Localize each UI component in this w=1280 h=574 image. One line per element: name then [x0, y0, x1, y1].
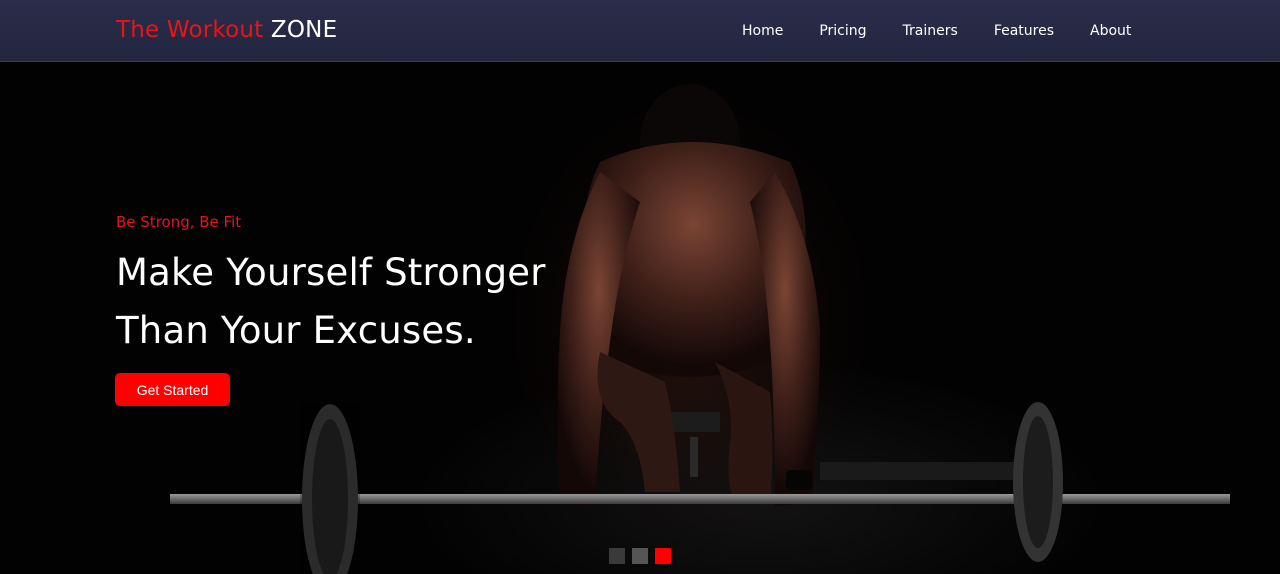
main-nav: Home Pricing Trainers Features About — [742, 21, 1131, 41]
carousel-dot-2[interactable] — [632, 548, 648, 564]
hero-headline-line1: Make Yourself Stronger — [116, 251, 546, 294]
nav-link-pricing[interactable]: Pricing — [819, 21, 866, 41]
brand-logo[interactable]: The Workout ZONE — [116, 16, 337, 44]
hero-section: Be Strong, Be Fit Make Yourself Stronger… — [0, 62, 1280, 574]
carousel-indicators — [609, 548, 671, 564]
nav-link-about[interactable]: About — [1090, 21, 1131, 41]
hero-headline-line2: Than Your Excuses. — [116, 309, 476, 352]
brand-name-part2: ZONE — [270, 17, 338, 43]
brand-name-part1: The Workout — [116, 17, 264, 43]
nav-link-trainers[interactable]: Trainers — [903, 21, 958, 41]
nav-link-home[interactable]: Home — [742, 21, 783, 41]
hero-headline: Make Yourself Stronger Than Your Excuses… — [116, 244, 676, 360]
get-started-button[interactable]: Get Started — [115, 373, 230, 406]
carousel-dot-3[interactable] — [655, 548, 671, 564]
hero-tagline: Be Strong, Be Fit — [116, 213, 242, 231]
nav-link-features[interactable]: Features — [994, 21, 1054, 41]
navbar: The Workout ZONE Home Pricing Trainers F… — [0, 0, 1280, 62]
carousel-dot-1[interactable] — [609, 548, 625, 564]
